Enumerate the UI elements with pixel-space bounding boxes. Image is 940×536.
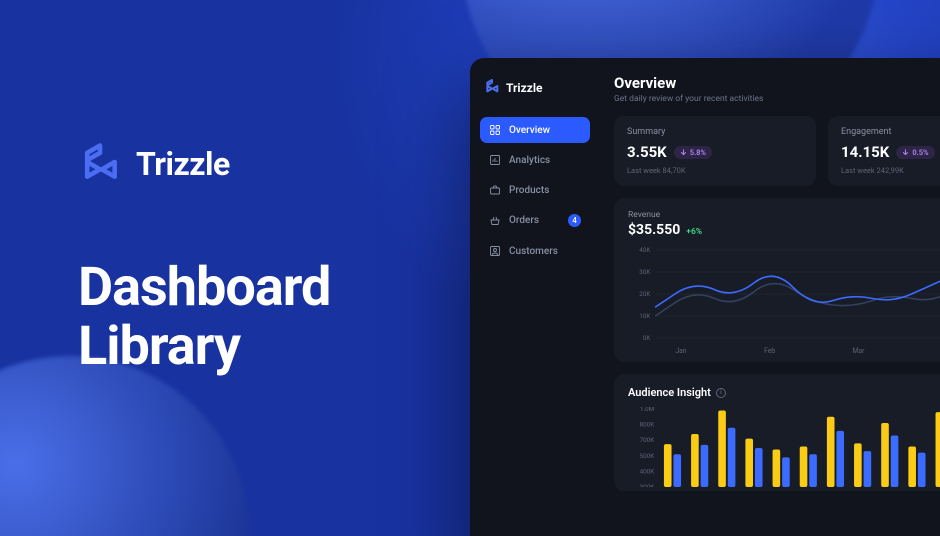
revenue-label: Revenue (628, 210, 940, 220)
hero-title-line1: Dashboard (78, 258, 330, 317)
svg-text:500K: 500K (640, 452, 656, 460)
trizzle-logo-icon (484, 78, 500, 97)
sidebar-item-label: Orders (509, 215, 539, 226)
svg-text:400K: 400K (640, 467, 656, 475)
sidebar-item-analytics[interactable]: Analytics (480, 147, 590, 173)
engagement-label: Engagement (841, 127, 940, 137)
sidebar-item-customers[interactable]: Customers (480, 238, 590, 264)
grid-icon (489, 124, 501, 136)
user-icon (489, 245, 501, 257)
summary-value: 3.55K (627, 143, 667, 161)
summary-sub: Last week 84,70K (627, 166, 803, 175)
sidebar-item-label: Overview (509, 125, 550, 136)
svg-text:Jan: Jan (675, 347, 686, 355)
sidebar-brand-name: Trizzle (506, 81, 542, 95)
svg-text:0K: 0K (643, 334, 651, 342)
sidebar: Trizzle Overview Analytics Products Orde… (470, 58, 600, 536)
svg-text:Mar: Mar (853, 347, 866, 355)
dashboard-window: Trizzle Overview Analytics Products Orde… (470, 58, 940, 536)
svg-text:40K: 40K (639, 246, 651, 254)
sidebar-item-orders[interactable]: Orders 4 (480, 207, 590, 234)
revenue-delta: +6% (686, 227, 702, 237)
chart-icon (489, 154, 501, 166)
audience-bar-chart: 1.0M 800K 700K 500K 400K 300K (628, 407, 940, 487)
engagement-value: 14.15K (841, 143, 889, 161)
arrow-down-icon (680, 149, 687, 156)
revenue-value: $35.550 (628, 222, 680, 238)
svg-text:10K: 10K (639, 312, 651, 320)
svg-text:800K: 800K (640, 421, 656, 429)
sidebar-item-products[interactable]: Products (480, 177, 590, 203)
sidebar-item-overview[interactable]: Overview (480, 117, 590, 143)
svg-text:30K: 30K (639, 268, 651, 276)
summary-label: Summary (627, 127, 803, 137)
revenue-card: Revenue $35.550 +6% 40K 30K 20K 10K 0K Jan Feb… (614, 198, 940, 362)
hero-brand-name: Trizzle (136, 145, 230, 183)
main-content: Overview Get daily review of your recent… (600, 58, 940, 536)
summary-card: Summary 3.55K 5.8% Last week 84,70K (614, 116, 816, 186)
svg-text:1.0M: 1.0M (640, 407, 655, 413)
page-title: Overview (614, 74, 940, 92)
briefcase-icon (489, 184, 501, 196)
sidebar-item-label: Analytics (509, 155, 550, 166)
engagement-card: Engagement 14.15K 0.5% Last week 242,99K (828, 116, 940, 186)
audience-card: Audience Insight i ••• 1.0M800K700K500K4… (614, 374, 940, 491)
hero-title-line2: Library (78, 317, 330, 376)
orders-badge: 4 (568, 214, 581, 227)
summary-delta-pill: 5.8% (674, 146, 712, 159)
trizzle-logo-icon (78, 140, 122, 188)
sidebar-item-label: Products (509, 185, 549, 196)
svg-text:20K: 20K (639, 290, 651, 298)
engagement-sub: Last week 242,99K (841, 166, 940, 175)
info-icon[interactable]: i (716, 388, 726, 398)
engagement-delta-pill: 0.5% (896, 146, 934, 159)
sidebar-brand[interactable]: Trizzle (480, 74, 590, 113)
svg-text:700K: 700K (640, 436, 656, 444)
arrow-down-icon (902, 149, 909, 156)
revenue-line-chart: 40K30K20K10K0KJanFebMarAprMay (628, 246, 940, 356)
audience-title: Audience Insight (628, 386, 711, 399)
basket-icon (489, 215, 501, 227)
sidebar-item-label: Customers (509, 246, 558, 257)
page-subtitle: Get daily review of your recent activiti… (614, 94, 940, 104)
svg-text:Feb: Feb (764, 347, 775, 355)
svg-text:300K: 300K (640, 483, 656, 487)
